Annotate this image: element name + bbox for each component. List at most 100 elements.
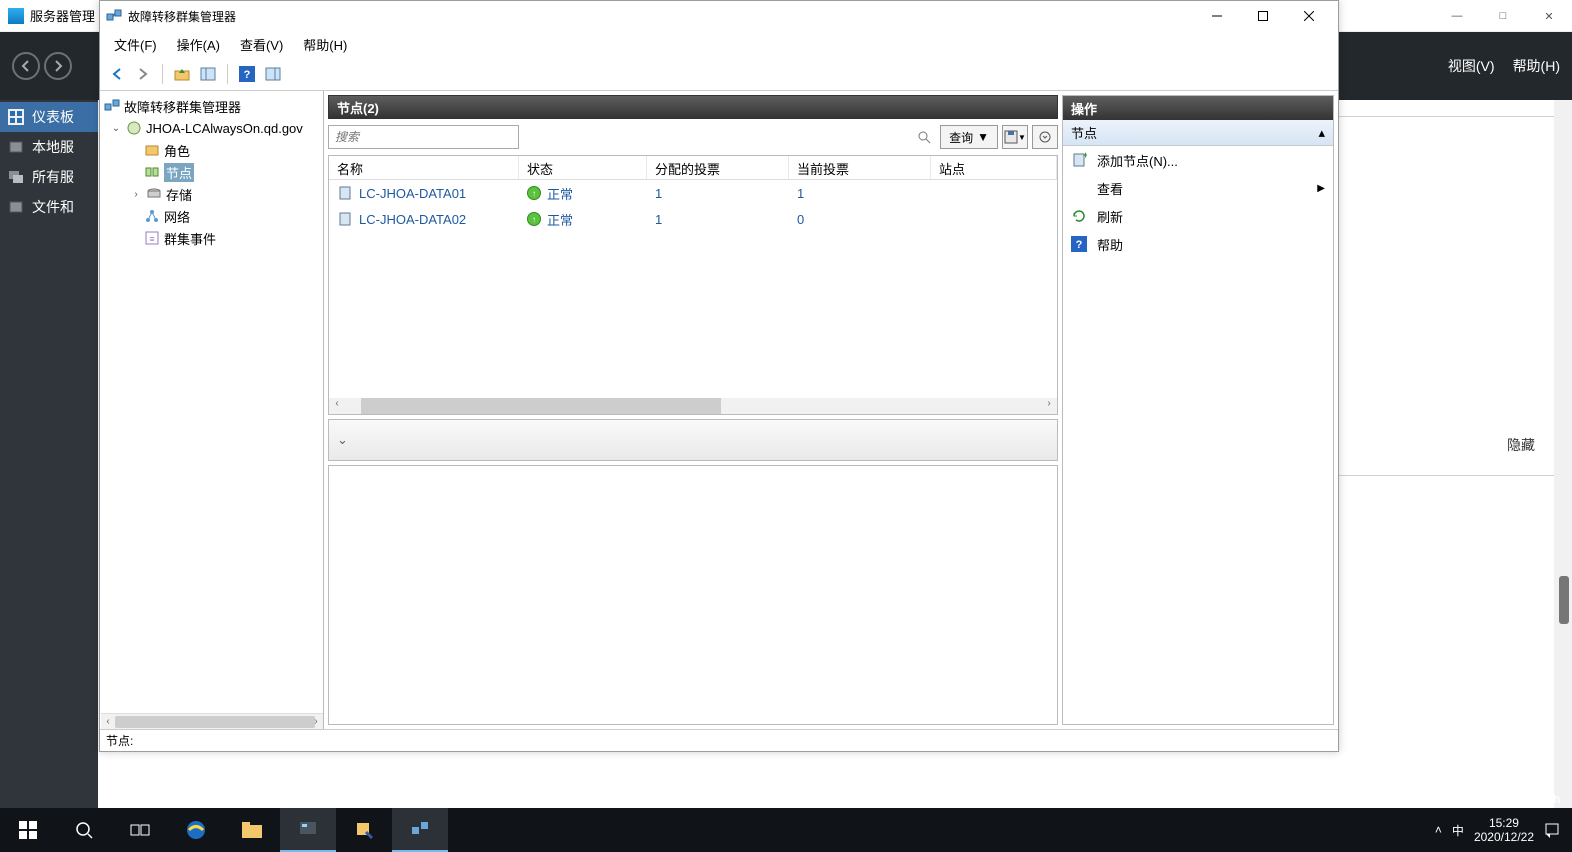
tree-cluster[interactable]: ⌄ JHOA-LCAlwaysOn.qd.gov (104, 117, 319, 139)
action-header: 操作 (1063, 96, 1333, 120)
scroll-right-icon[interactable]: › (1041, 398, 1057, 414)
tree-network[interactable]: 网络 (104, 205, 319, 227)
bg-scrollbar[interactable] (1554, 100, 1572, 808)
events-icon: ≡ (144, 230, 160, 246)
center-pane: 节点(2) 查询 ▼ ▼ (324, 91, 1062, 729)
sidebar-item-dashboard[interactable]: 仪表板 (0, 102, 98, 132)
options-button[interactable] (1032, 125, 1058, 149)
taskbar-clock[interactable]: 15:29 2020/12/22 (1474, 816, 1534, 845)
tree-events[interactable]: ≡ 群集事件 (104, 227, 319, 249)
fg-close-button[interactable] (1286, 1, 1332, 31)
network-icon (144, 208, 160, 224)
svg-text:?: ? (1076, 239, 1083, 251)
task-view-button[interactable] (112, 808, 168, 852)
scroll-left-icon[interactable]: ‹ (101, 716, 115, 727)
fg-minimize-button[interactable] (1194, 1, 1240, 31)
list-row[interactable]: LC-JHOA-DATA01 ↑ 正常 1 1 (329, 180, 1057, 206)
nav-forward-button[interactable] (44, 52, 72, 80)
action-view[interactable]: 查看 ▶ (1063, 174, 1333, 202)
sidebar-item-local[interactable]: 本地服 (0, 132, 98, 162)
tree-root[interactable]: 故障转移群集管理器 (104, 95, 319, 117)
blank-icon (1071, 180, 1087, 196)
show-action-pane-icon[interactable] (262, 63, 284, 85)
bg-view-menu[interactable]: 视图(V) (1448, 56, 1495, 76)
failover-cluster-manager-window: 故障转移群集管理器 文件(F) 操作(A) 查看(V) 帮助(H) ? 故障转移… (99, 0, 1339, 752)
action-add-node[interactable]: + 添加节点(N)... (1063, 146, 1333, 174)
collapse-icon[interactable]: ▴ (1318, 125, 1325, 141)
nav-back-icon[interactable] (106, 63, 128, 85)
menu-action[interactable]: 操作(A) (167, 31, 230, 58)
bg-scrollbar-thumb[interactable] (1559, 576, 1569, 624)
fg-menubar: 文件(F) 操作(A) 查看(V) 帮助(H) (100, 31, 1338, 57)
help-icon: ? (1071, 236, 1087, 252)
bg-maximize-button[interactable]: □ (1480, 0, 1526, 32)
tree-hscrollbar[interactable]: ‹ › (101, 713, 323, 729)
nav-back-button[interactable] (12, 52, 40, 80)
col-votes[interactable]: 分配的投票 (647, 156, 789, 179)
bg-minimize-button[interactable]: — (1434, 0, 1480, 32)
menu-help[interactable]: 帮助(H) (293, 31, 357, 58)
search-input[interactable] (328, 125, 519, 149)
sidebar-item-label: 文件和 (32, 197, 74, 217)
tree-nodes[interactable]: 节点 (104, 161, 319, 183)
scroll-right-icon[interactable]: › (309, 716, 323, 727)
menu-view[interactable]: 查看(V) (230, 31, 293, 58)
fg-titlebar[interactable]: 故障转移群集管理器 (100, 1, 1338, 31)
bottom-blank-pane (328, 465, 1058, 725)
list-hscrollbar[interactable]: ‹ › (329, 398, 1057, 414)
sidebar-item-all[interactable]: 所有服 (0, 162, 98, 192)
action-refresh[interactable]: 刷新 (1063, 202, 1333, 230)
servers-icon (8, 169, 24, 185)
fg-maximize-button[interactable] (1240, 1, 1286, 31)
explorer-button[interactable] (224, 808, 280, 852)
ime-indicator[interactable]: 中 (1452, 822, 1464, 839)
up-folder-icon[interactable] (171, 63, 193, 85)
list-row[interactable]: LC-JHOA-DATA02 ↑ 正常 1 0 (329, 206, 1057, 232)
tray-up-icon[interactable]: ˄ (1435, 823, 1442, 837)
col-current[interactable]: 当前投票 (789, 156, 931, 179)
detail-pane[interactable]: ⌄ (328, 419, 1058, 461)
action-help[interactable]: ? 帮助 (1063, 230, 1333, 258)
server-manager-sidebar: 仪表板 本地服 所有服 文件和 (0, 100, 98, 808)
save-query-button[interactable]: ▼ (1002, 125, 1028, 149)
help-icon[interactable]: ? (236, 63, 258, 85)
fg-window-title: 故障转移群集管理器 (128, 8, 236, 25)
col-name[interactable]: 名称 (329, 156, 519, 179)
notifications-icon[interactable] (1544, 822, 1560, 838)
roles-icon (144, 142, 160, 158)
search-row: 查询 ▼ ▼ (328, 123, 1058, 151)
scroll-left-icon[interactable]: ‹ (329, 398, 345, 414)
scroll-thumb[interactable] (361, 398, 721, 414)
tree-storage[interactable]: › 存储 (104, 183, 319, 205)
toolbar-separator (162, 64, 163, 84)
tree-label: 网络 (164, 207, 190, 226)
chevron-down-icon[interactable]: ⌄ (337, 432, 348, 448)
hide-link[interactable]: 隐藏 (1507, 435, 1535, 455)
start-button[interactable] (0, 808, 56, 852)
search-icon[interactable] (915, 128, 933, 146)
files-icon (8, 199, 24, 215)
tree-roles[interactable]: 角色 (104, 139, 319, 161)
sidebar-item-files[interactable]: 文件和 (0, 192, 98, 222)
scroll-thumb[interactable] (115, 716, 315, 728)
menu-file[interactable]: 文件(F) (104, 31, 167, 58)
query-button[interactable]: 查询 ▼ (940, 125, 998, 149)
bg-close-button[interactable]: ✕ (1526, 0, 1572, 32)
expand-icon[interactable]: › (130, 189, 142, 200)
col-site[interactable]: 站点 (931, 156, 1057, 179)
tools-button[interactable] (336, 808, 392, 852)
show-hide-tree-icon[interactable] (197, 63, 219, 85)
bg-help-menu[interactable]: 帮助(H) (1513, 56, 1560, 76)
col-status[interactable]: 状态 (519, 156, 647, 179)
cluster-manager-taskbar-button[interactable] (392, 808, 448, 852)
server-manager-taskbar-button[interactable] (280, 808, 336, 852)
nav-forward-icon[interactable] (132, 63, 154, 85)
search-button[interactable] (56, 808, 112, 852)
expand-icon[interactable]: ⌄ (110, 123, 122, 134)
status-text: 正常 (547, 210, 573, 229)
add-node-icon: + (1071, 152, 1087, 168)
assigned-votes: 1 (647, 212, 789, 227)
ie-button[interactable] (168, 808, 224, 852)
statusbar-text: 节点: (106, 732, 133, 749)
storage-icon (146, 186, 162, 202)
